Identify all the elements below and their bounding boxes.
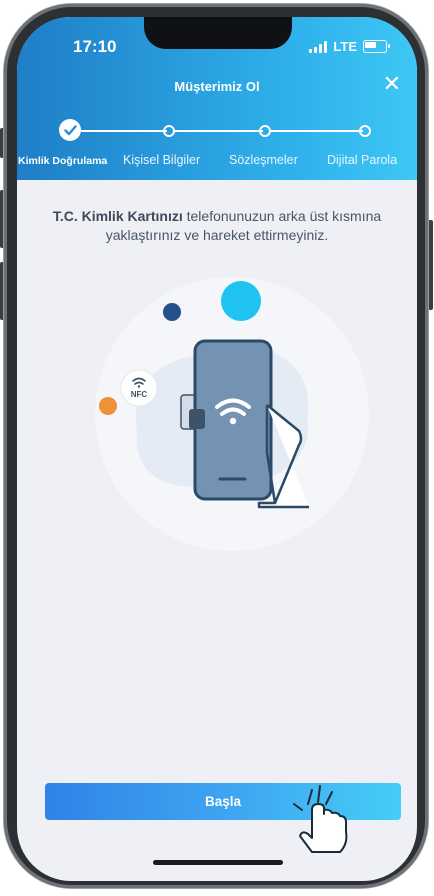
progress-stepper: Kimlik Doğrulama Kişisel Bilgiler Sözleş… (17, 113, 417, 173)
battery-icon (363, 40, 390, 53)
instruction-bold: T.C. Kimlik Kartınızı (52, 208, 183, 224)
app-screen: 17:10 LTE Müşterimiz Ol ✕ Kimlik Doğrula… (17, 17, 417, 881)
nfc-illustration: NFC (17, 257, 417, 577)
step-connector (81, 130, 167, 132)
step-label-sozlesmeler: Sözleşmeler (229, 153, 298, 167)
step-label-kisisel: Kişisel Bilgiler (123, 153, 201, 167)
header: 17:10 LTE Müşterimiz Ol ✕ Kimlik Doğrula… (17, 17, 417, 180)
step-label-kimlik: Kimlik Doğrulama (18, 155, 108, 167)
step-2-dot (163, 125, 175, 137)
status-indicators: LTE (309, 39, 390, 54)
page-title: Müşterimiz Ol (174, 79, 260, 94)
close-icon[interactable]: ✕ (383, 73, 401, 95)
step-label-parola: Dijital Parola (327, 153, 398, 167)
signal-icon (309, 40, 328, 53)
home-indicator (153, 860, 283, 865)
notch (144, 17, 292, 49)
nfc-illustration-graphic (95, 277, 369, 551)
step-connector (175, 130, 263, 132)
step-4-dot (359, 125, 371, 137)
nfc-label: NFC (130, 390, 148, 399)
network-label: LTE (333, 39, 357, 54)
instruction-text: T.C. Kimlik Kartınızı telefonunuzun arka… (47, 207, 387, 245)
tap-hand-icon (293, 785, 348, 853)
step-connector (271, 130, 363, 132)
step-1-check-icon (59, 119, 81, 141)
step-3-dot (259, 125, 271, 137)
status-time: 17:10 (73, 37, 117, 56)
power-button (428, 220, 433, 310)
